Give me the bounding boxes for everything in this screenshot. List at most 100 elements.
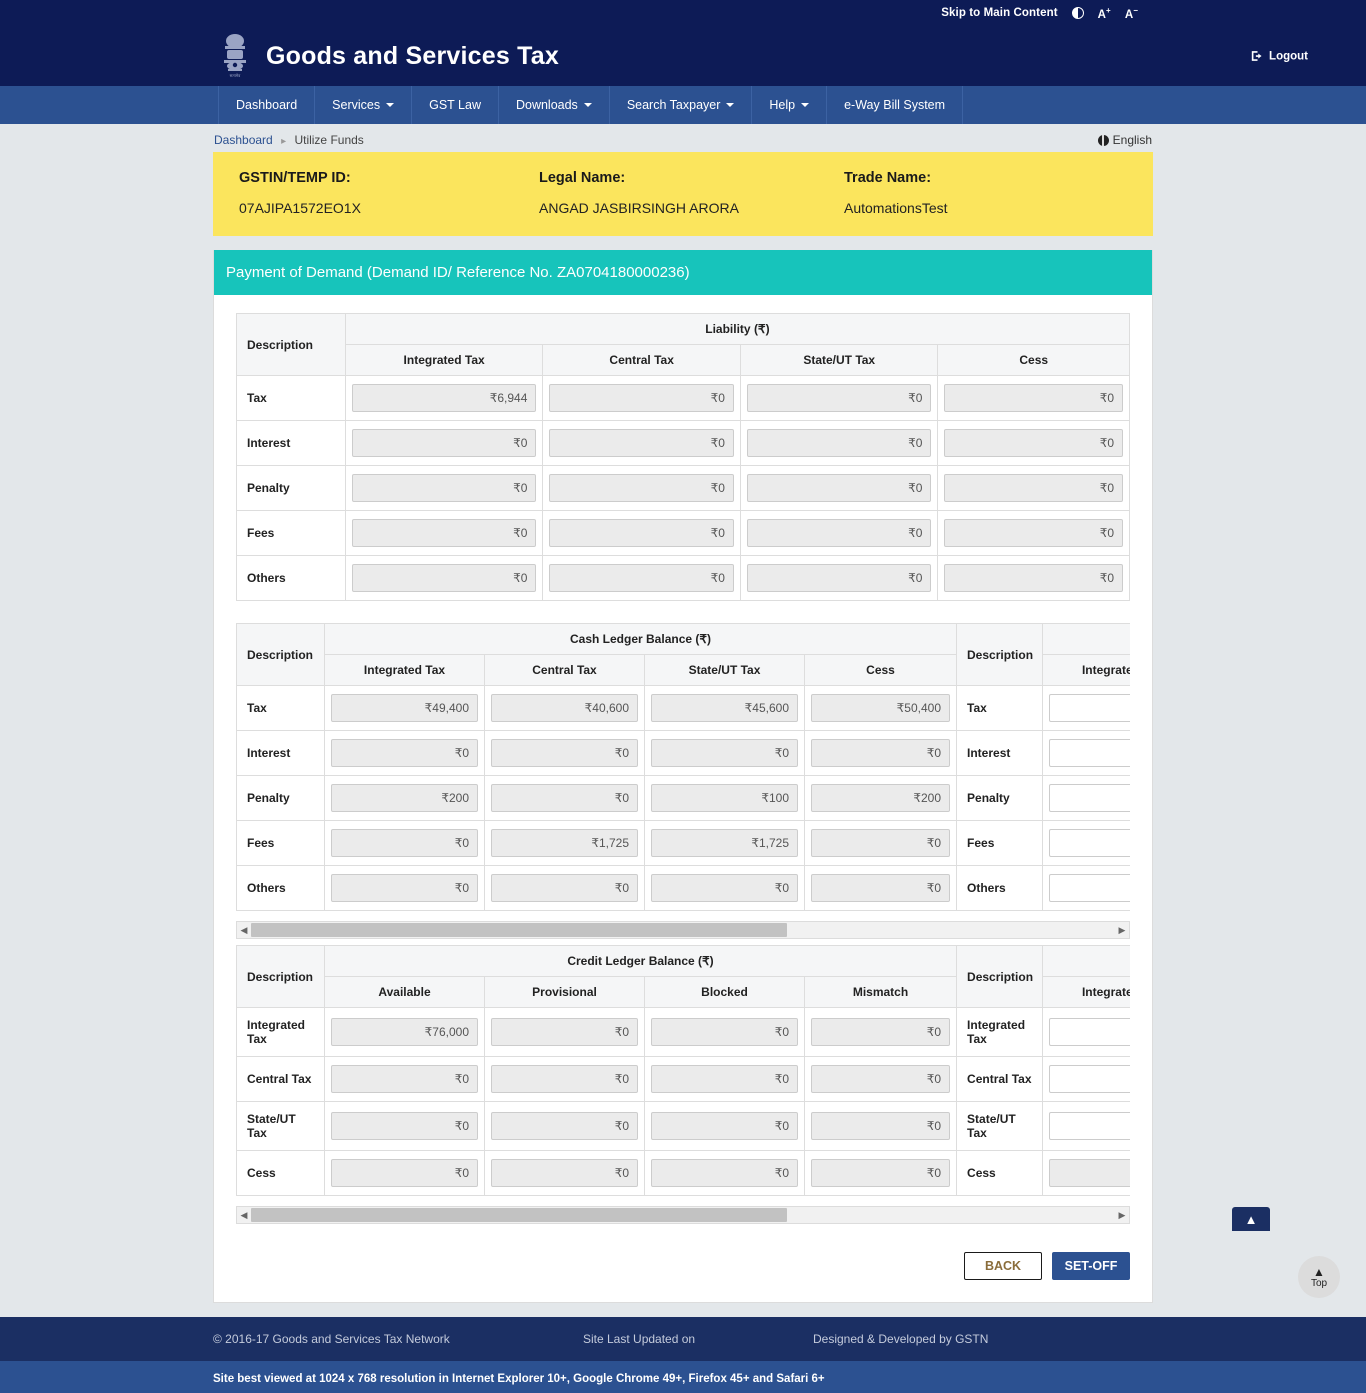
amount-input[interactable] — [1049, 1112, 1130, 1140]
amount-field[interactable]: ₹0 — [747, 474, 932, 502]
set-off-button[interactable]: SET-OFF — [1052, 1252, 1130, 1280]
amount-field[interactable]: ₹40,600 — [491, 694, 638, 722]
logout-button[interactable]: Logout — [1251, 50, 1308, 63]
row-label: Others — [237, 866, 325, 911]
amount-field[interactable]: ₹0 — [811, 1159, 950, 1187]
amount-field[interactable]: ₹0 — [747, 429, 932, 457]
scrollbar-thumb-2[interactable] — [251, 1208, 787, 1222]
amount-field[interactable]: ₹1,725 — [651, 829, 798, 857]
amount-input[interactable] — [1049, 1018, 1130, 1046]
amount-field[interactable]: ₹50,400 — [811, 694, 950, 722]
scroll-right-arrow-icon-2[interactable]: ▶ — [1115, 1207, 1129, 1223]
amount-field[interactable]: ₹0 — [491, 1018, 638, 1046]
amount-input[interactable] — [1049, 829, 1130, 857]
amount-field[interactable]: ₹0 — [352, 429, 537, 457]
amount-field[interactable]: ₹0 — [352, 564, 537, 592]
amount-field[interactable]: ₹0 — [491, 1065, 638, 1093]
amount-field[interactable]: ₹0 — [651, 874, 798, 902]
amount-field[interactable]: ₹0 — [944, 519, 1123, 547]
scroll-left-arrow-icon[interactable]: ◀ — [237, 922, 251, 938]
cash-ledger-horizontal-scrollbar[interactable]: ◀ ▶ — [236, 921, 1130, 939]
nav-item-search-taxpayer[interactable]: Search Taxpayer — [610, 86, 753, 124]
amount-field[interactable]: ₹0 — [549, 429, 734, 457]
scroll-to-top-tab[interactable]: ▲ — [1232, 1207, 1270, 1231]
scroll-left-arrow-icon-2[interactable]: ◀ — [237, 1207, 251, 1223]
table-row: Others₹0₹0₹0₹0Others — [237, 866, 1131, 911]
amount-field[interactable]: ₹0 — [651, 1018, 798, 1046]
scrollbar-track[interactable] — [251, 922, 1115, 938]
amount-input[interactable] — [1049, 694, 1130, 722]
amount-input[interactable] — [1049, 1065, 1130, 1093]
nav-item-dashboard[interactable]: Dashboard — [218, 86, 315, 124]
amount-field[interactable]: ₹0 — [491, 874, 638, 902]
main-navigation: DashboardServicesGST LawDownloadsSearch … — [0, 86, 1366, 124]
scrollbar-track-2[interactable] — [251, 1207, 1115, 1223]
amount-field[interactable]: ₹0 — [331, 739, 478, 767]
cash-ledger-col-header: Central Tax — [485, 655, 645, 686]
nav-item-help[interactable]: Help — [752, 86, 827, 124]
amount-field[interactable]: ₹200 — [331, 784, 478, 812]
amount-field[interactable]: ₹0 — [331, 829, 478, 857]
amount-field[interactable]: ₹0 — [747, 564, 932, 592]
amount-field[interactable]: ₹0 — [651, 1065, 798, 1093]
decrease-font-button[interactable]: A− — [1125, 6, 1138, 21]
amount-field[interactable]: ₹0 — [549, 564, 734, 592]
amount-field[interactable]: ₹0 — [944, 564, 1123, 592]
footer-copyright: © 2016-17 Goods and Services Tax Network — [213, 1332, 583, 1346]
amount-field[interactable]: ₹0 — [811, 739, 950, 767]
skip-to-main-content-link[interactable]: Skip to Main Content — [941, 7, 1057, 19]
amount-field[interactable]: ₹6,944 — [352, 384, 537, 412]
amount-field[interactable]: ₹0 — [549, 474, 734, 502]
nav-item-downloads[interactable]: Downloads — [499, 86, 610, 124]
increase-font-button[interactable]: A+ — [1098, 6, 1111, 21]
amount-field[interactable]: ₹0 — [651, 1112, 798, 1140]
amount-field[interactable]: ₹49,400 — [331, 694, 478, 722]
amount-field[interactable]: ₹0 — [549, 384, 734, 412]
amount-field[interactable]: ₹0 — [491, 1112, 638, 1140]
credit-ledger-horizontal-scrollbar[interactable]: ◀ ▶ — [236, 1206, 1130, 1224]
amount-field[interactable]: ₹0 — [811, 874, 950, 902]
amount-field[interactable]: ₹0 — [549, 519, 734, 547]
nav-item-services[interactable]: Services — [315, 86, 412, 124]
scrollbar-thumb[interactable] — [251, 923, 787, 937]
amount-field[interactable]: ₹200 — [811, 784, 950, 812]
back-to-top-button[interactable]: ▲ Top — [1298, 1256, 1340, 1298]
amount-field[interactable]: ₹1,725 — [491, 829, 638, 857]
amount-field[interactable]: ₹0 — [944, 474, 1123, 502]
amount-field[interactable]: ₹0 — [491, 739, 638, 767]
amount-field[interactable]: ₹0 — [651, 1159, 798, 1187]
breadcrumb-dashboard-link[interactable]: Dashboard — [214, 133, 273, 147]
back-button[interactable]: BACK — [964, 1252, 1042, 1280]
amount-field[interactable]: ₹100 — [651, 784, 798, 812]
amount-input[interactable] — [1049, 739, 1130, 767]
nav-item-gst-law[interactable]: GST Law — [412, 86, 499, 124]
amount-field[interactable]: ₹0 — [352, 519, 537, 547]
amount-field[interactable]: ₹0 — [331, 874, 478, 902]
nav-item-e-way-bill-system[interactable]: e-Way Bill System — [827, 86, 963, 124]
amount-field[interactable]: ₹0 — [944, 384, 1123, 412]
amount-field[interactable]: ₹0 — [944, 429, 1123, 457]
amount-field[interactable]: ₹0 — [331, 1159, 478, 1187]
amount-field[interactable]: ₹0 — [331, 1065, 478, 1093]
language-selector[interactable]: English — [1098, 133, 1152, 147]
amount-field[interactable]: ₹0 — [491, 1159, 638, 1187]
amount-field[interactable]: ₹0 — [811, 1018, 950, 1046]
amount-field[interactable]: ₹0 — [747, 519, 932, 547]
amount-input[interactable] — [1049, 1159, 1130, 1187]
amount-field[interactable]: ₹45,600 — [651, 694, 798, 722]
amount-field[interactable]: ₹0 — [811, 1065, 950, 1093]
amount-field[interactable]: ₹0 — [747, 384, 932, 412]
cash-ledger-group-header: Cash Ledger Balance (₹) — [325, 624, 957, 655]
amount-field[interactable]: ₹0 — [352, 474, 537, 502]
amount-input[interactable] — [1049, 784, 1130, 812]
amount-field[interactable]: ₹0 — [811, 1112, 950, 1140]
scroll-right-arrow-icon[interactable]: ▶ — [1115, 922, 1129, 938]
amount-field[interactable]: ₹0 — [491, 784, 638, 812]
amount-field[interactable]: ₹76,000 — [331, 1018, 478, 1046]
amount-field[interactable]: ₹0 — [331, 1112, 478, 1140]
amount-field[interactable]: ₹0 — [811, 829, 950, 857]
contrast-toggle-icon[interactable] — [1072, 7, 1084, 19]
india-emblem-icon: सत्यमेव — [218, 32, 252, 80]
amount-input[interactable] — [1049, 874, 1130, 902]
amount-field[interactable]: ₹0 — [651, 739, 798, 767]
